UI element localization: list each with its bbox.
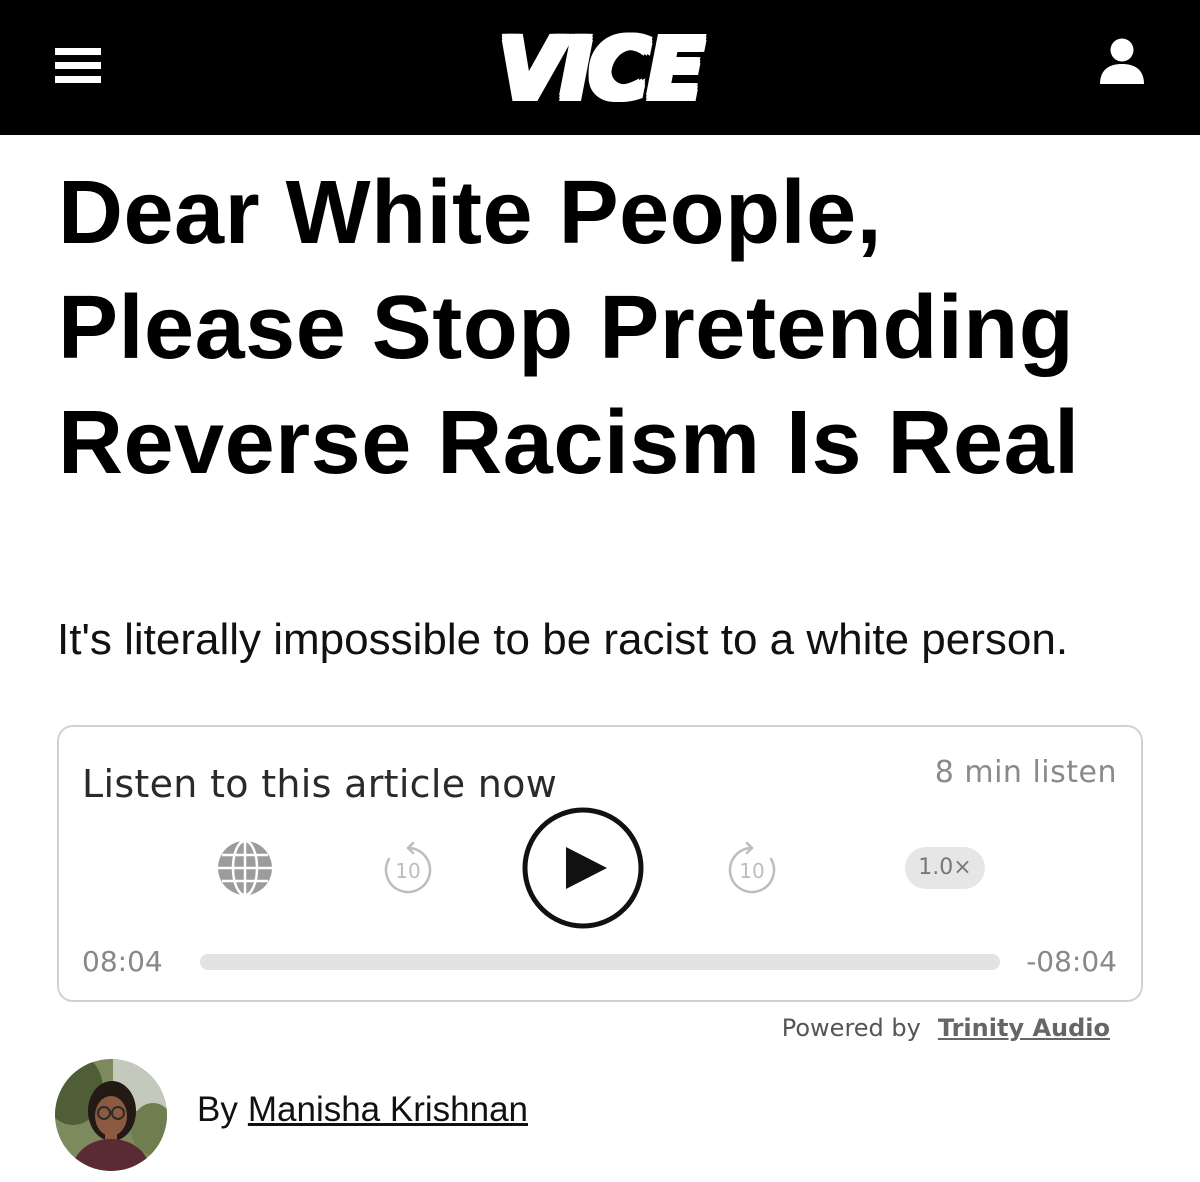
trinity-audio-link[interactable]: Trinity Audio	[938, 1014, 1110, 1042]
progress-bar[interactable]	[200, 954, 1000, 970]
author-name-link[interactable]: Manisha Krishnan	[248, 1090, 528, 1129]
elapsed-time: 08:04	[82, 945, 163, 978]
player-title: Listen to this article now	[82, 762, 558, 806]
article-headline: Dear White People, Please Stop Pretendin…	[58, 156, 1178, 501]
headline-line: Please Stop Pretending	[58, 278, 1075, 378]
rewind-10-icon[interactable]: 10	[380, 840, 436, 896]
user-account-icon[interactable]	[1098, 38, 1146, 84]
forward-seconds: 10	[739, 859, 764, 883]
forward-10-icon[interactable]: 10	[724, 840, 780, 896]
play-button[interactable]	[522, 807, 644, 929]
article-subtitle: It's literally impossible to be racist t…	[57, 615, 1069, 664]
headline-line: Dear White People,	[58, 163, 883, 263]
rewind-seconds: 10	[395, 859, 420, 883]
powered-by-label: Powered by	[781, 1014, 921, 1042]
byline: By Manisha Krishnan	[197, 1090, 528, 1130]
remaining-time: -08:04	[1026, 945, 1117, 978]
author-avatar[interactable]	[55, 1059, 167, 1171]
listen-duration: 8 min listen	[934, 755, 1117, 790]
headline-line: Reverse Racism Is Real	[58, 393, 1080, 493]
audio-player: Listen to this article now 8 min listen …	[57, 725, 1143, 1002]
vice-logo[interactable]: VICE	[0, 23, 1200, 116]
powered-by: Powered by Trinity Audio	[782, 1014, 1110, 1042]
byline-prefix: By	[197, 1090, 238, 1129]
playback-speed-button[interactable]: 1.0×	[905, 847, 985, 889]
site-header: VICE	[0, 0, 1200, 135]
globe-icon[interactable]	[215, 838, 275, 898]
